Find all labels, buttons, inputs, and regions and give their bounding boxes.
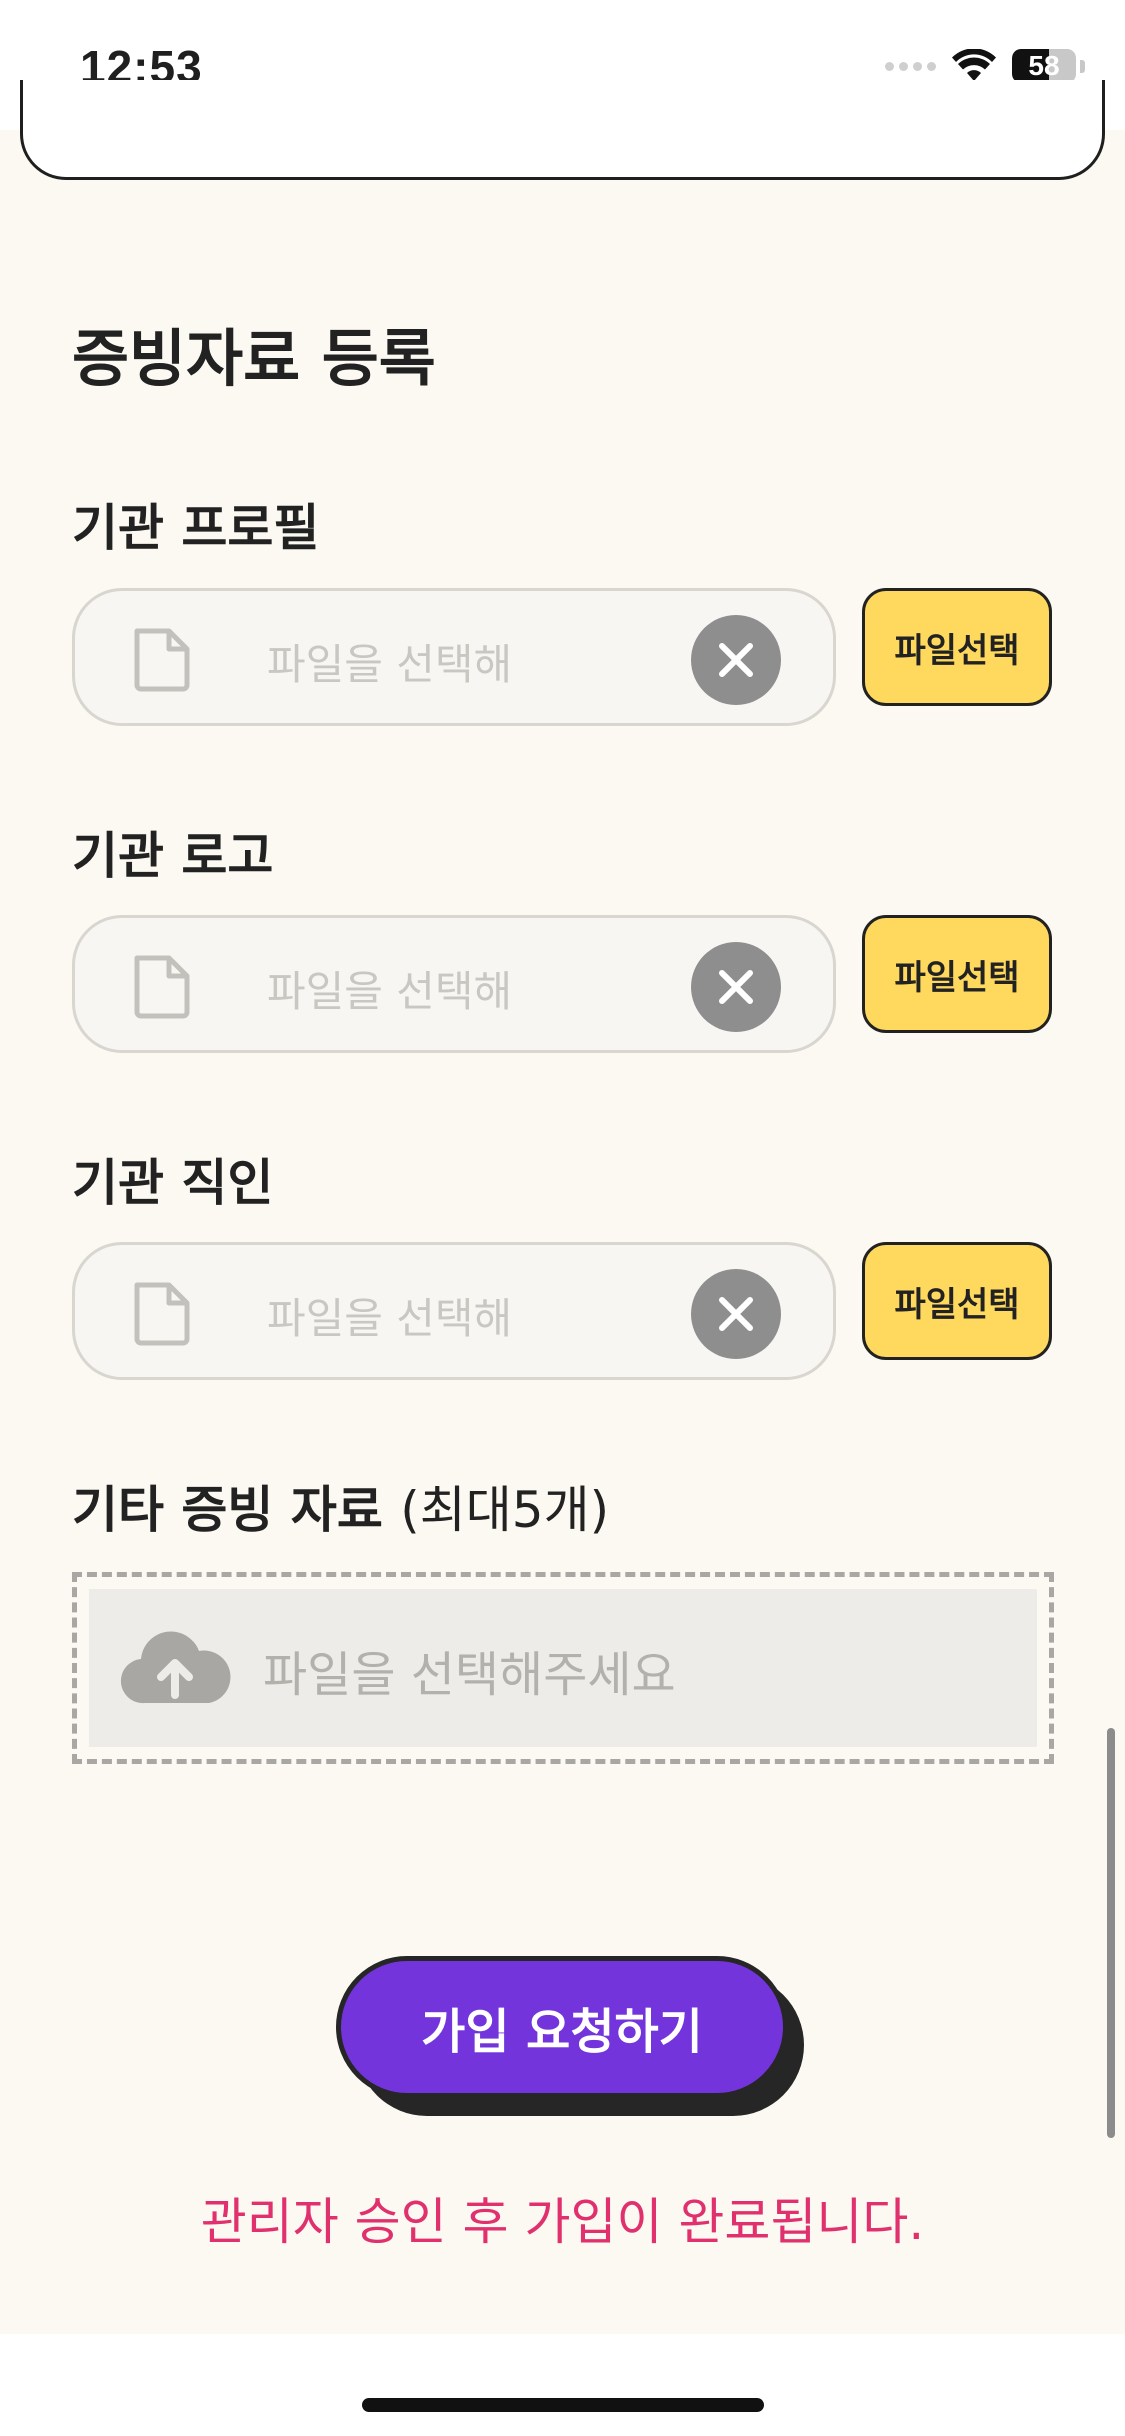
document-icon <box>134 955 190 1019</box>
cloud-upload-icon <box>120 1631 231 1704</box>
battery-icon: 58 <box>1012 49 1076 83</box>
dropzone-placeholder: 파일을 선택해주세요 <box>263 1647 676 1703</box>
file-placeholder: 파일을 선택해 <box>267 640 513 689</box>
clear-file-button[interactable] <box>691 615 781 705</box>
document-icon <box>134 628 190 692</box>
file-placeholder: 파일을 선택해 <box>267 1294 513 1343</box>
wifi-icon <box>952 49 996 81</box>
file-input-logo[interactable]: 파일을 선택해 <box>72 915 836 1053</box>
file-input-seal[interactable]: 파일을 선택해 <box>72 1242 836 1380</box>
previous-form-card <box>20 80 1105 180</box>
document-icon <box>134 1282 190 1346</box>
clear-file-button[interactable] <box>691 1269 781 1359</box>
home-indicator[interactable] <box>362 2398 764 2412</box>
close-icon <box>719 643 753 677</box>
scrollbar[interactable] <box>1107 1728 1115 2138</box>
field-label-logo: 기관 로고 <box>72 827 274 885</box>
field-label-extra-docs: 기타 증빙 자료 (최대5개) <box>72 1470 609 1542</box>
file-input-profile[interactable]: 파일을 선택해 <box>72 588 836 726</box>
choose-file-button-logo[interactable]: 파일선택 <box>862 915 1052 1033</box>
choose-file-button-seal[interactable]: 파일선택 <box>862 1242 1052 1360</box>
signup-request-button[interactable]: 가입 요청하기 <box>336 1956 788 2098</box>
dropzone-inner: 파일을 선택해주세요 <box>89 1589 1037 1747</box>
battery-level: 58 <box>1028 50 1060 81</box>
field-label-profile: 기관 프로필 <box>72 499 320 557</box>
choose-file-button-profile[interactable]: 파일선택 <box>862 588 1052 706</box>
clear-file-button[interactable] <box>691 942 781 1032</box>
file-placeholder: 파일을 선택해 <box>267 967 513 1016</box>
approval-notice: 관리자 승인 후 가입이 완료됩니다. <box>200 2193 925 2251</box>
extra-docs-dropzone[interactable]: 파일을 선택해주세요 <box>72 1572 1054 1764</box>
bottom-safe-area <box>0 2334 1125 2436</box>
cellular-signal-icon <box>885 61 936 71</box>
close-icon <box>719 970 753 1004</box>
extra-docs-label: 기타 증빙 자료 <box>72 1481 383 1539</box>
close-icon <box>719 1297 753 1331</box>
field-label-seal: 기관 직인 <box>72 1154 274 1212</box>
extra-docs-limit: (최대5개) <box>400 1481 610 1539</box>
section-title: 증빙자료 등록 <box>72 322 436 395</box>
